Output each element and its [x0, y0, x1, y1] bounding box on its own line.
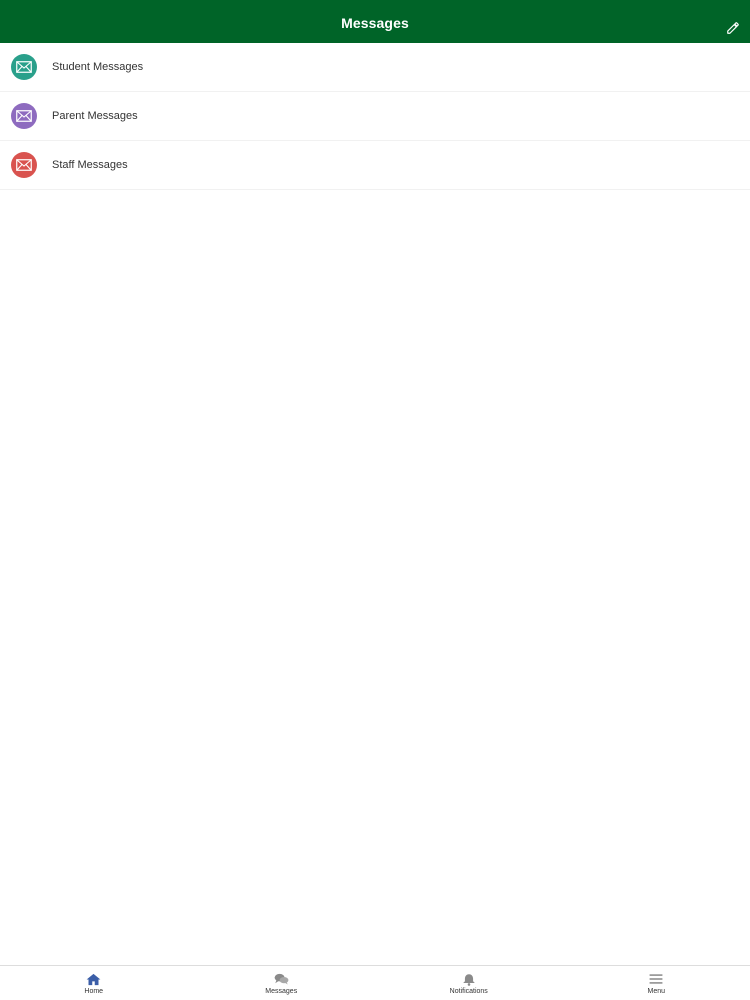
tab-home[interactable]: Home — [0, 966, 188, 1000]
page-title: Messages — [341, 14, 409, 31]
pencil-icon — [726, 21, 740, 35]
tab-messages-label: Messages — [265, 988, 298, 995]
messages-screen: Messages Student Messages Parent Message… — [0, 0, 750, 1000]
header-bar: Messages — [0, 0, 750, 43]
envelope-icon — [11, 152, 37, 178]
tab-home-label: Home — [84, 988, 104, 995]
tab-menu[interactable]: Menu — [563, 966, 750, 1000]
hamburger-menu-icon — [648, 972, 664, 986]
tab-notifications[interactable]: Notifications — [375, 966, 563, 1000]
envelope-icon — [11, 54, 37, 80]
staff-messages-label: Staff Messages — [52, 159, 128, 171]
student-messages-item[interactable]: Student Messages — [0, 43, 750, 92]
tab-messages[interactable]: Messages — [188, 966, 376, 1000]
compose-button[interactable] — [724, 19, 742, 37]
parent-messages-label: Parent Messages — [52, 110, 138, 122]
tab-menu-label: Menu — [647, 988, 665, 995]
bell-icon — [461, 972, 477, 986]
envelope-icon — [11, 103, 37, 129]
bottom-tab-bar: Home Messages Notifications Menu — [0, 965, 750, 1000]
staff-messages-item[interactable]: Staff Messages — [0, 141, 750, 190]
parent-messages-item[interactable]: Parent Messages — [0, 92, 750, 141]
home-icon — [86, 972, 102, 986]
chat-bubbles-icon — [273, 972, 289, 986]
student-messages-label: Student Messages — [52, 61, 144, 73]
message-category-list: Student Messages Parent Messages Staff M… — [0, 43, 750, 190]
tab-notifications-label: Notifications — [449, 988, 488, 995]
